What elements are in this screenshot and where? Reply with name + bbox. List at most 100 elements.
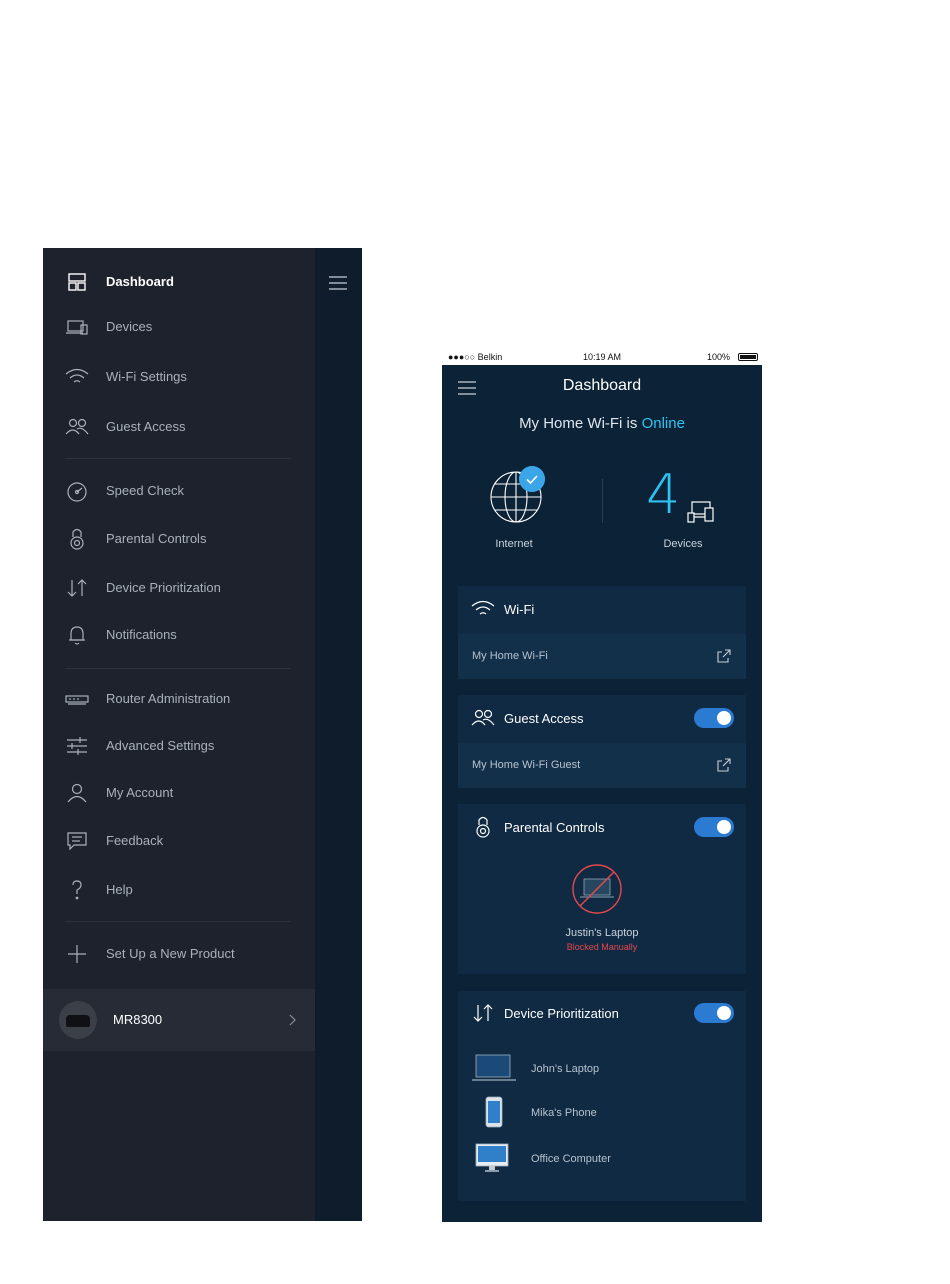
menu-item-label: Help	[106, 882, 133, 897]
menu-item-speed-check[interactable]: Speed Check	[43, 471, 315, 511]
menu-item-wifi-settings[interactable]: Wi-Fi Settings	[43, 357, 315, 397]
external-link-icon[interactable]	[716, 648, 732, 664]
up-down-arrows-icon	[64, 575, 90, 601]
menu-item-label: Guest Access	[106, 419, 186, 434]
menu-item-label: Speed Check	[106, 483, 185, 498]
status-bar: ●●●○○ Belkin 10:19 AM 100%	[442, 349, 762, 365]
menu-item-label: Set Up a New Product	[106, 946, 235, 961]
wifi-icon	[64, 364, 90, 390]
guest-access-title: Guest Access	[504, 711, 584, 726]
question-icon	[64, 877, 90, 903]
wifi-card-title: Wi-Fi	[504, 602, 535, 617]
chat-icon	[64, 828, 90, 854]
chevron-right-icon	[289, 1014, 296, 1026]
list-item[interactable]: Mika's Phone	[458, 1095, 746, 1131]
menu-item-advanced-settings[interactable]: Advanced Settings	[43, 726, 315, 766]
menu-item-label: Parental Controls	[106, 531, 207, 546]
phone-icon	[485, 1096, 503, 1128]
check-icon	[519, 466, 545, 492]
wifi-card[interactable]: Wi-Fi My Home Wi-Fi	[458, 586, 746, 679]
menu-item-label: Dashboard	[106, 274, 174, 289]
internet-label: Internet	[495, 538, 533, 550]
menu-divider	[65, 458, 291, 459]
menu-item-label: Router Administration	[106, 691, 231, 706]
wifi-network-row[interactable]: My Home Wi-Fi	[458, 634, 746, 679]
hamburger-menu-icon[interactable]	[329, 276, 347, 290]
prioritized-device-label: Office Computer	[531, 1153, 611, 1165]
blocked-device-status: Blocked Manually	[566, 942, 638, 952]
menu-item-device-prioritization[interactable]: Device Prioritization	[43, 568, 315, 608]
menu-item-my-account[interactable]: My Account	[43, 773, 315, 813]
menu-item-dashboard[interactable]: Dashboard	[43, 262, 315, 302]
speedometer-icon	[64, 478, 90, 504]
network-status-prefix: My Home Wi-Fi is	[519, 415, 642, 432]
sliders-icon	[64, 733, 90, 759]
network-status: My Home Wi-Fi is Online	[442, 415, 762, 432]
dashboard-screen: ●●●○○ Belkin 10:19 AM 100% Dashboard My …	[442, 349, 762, 1222]
menu-divider	[65, 668, 291, 669]
bell-icon	[64, 622, 90, 648]
menu-item-notifications[interactable]: Notifications	[43, 615, 315, 655]
wifi-network-name: My Home Wi-Fi	[472, 650, 548, 662]
device-prioritization-title: Device Prioritization	[504, 1006, 619, 1021]
blocked-device-name: Justin's Laptop	[565, 927, 639, 939]
menu-item-label: Devices	[106, 319, 153, 334]
router-icon	[66, 1015, 90, 1027]
menu-divider	[65, 921, 291, 922]
menu-item-set-up-new-product[interactable]: Set Up a New Product	[43, 934, 315, 974]
menu-item-devices[interactable]: Devices	[43, 307, 315, 347]
blocked-laptop-icon[interactable]	[571, 863, 623, 915]
plus-icon	[64, 941, 90, 967]
person-icon	[64, 780, 90, 806]
account-label: MR8300	[113, 1012, 163, 1027]
menu-item-router-administration[interactable]: Router Administration	[43, 679, 315, 719]
menu-item-help[interactable]: Help	[43, 870, 315, 910]
prioritized-device-label: Mika's Phone	[531, 1107, 597, 1119]
battery-icon	[738, 353, 758, 361]
devices-icon	[687, 501, 714, 523]
stat-divider	[602, 479, 603, 523]
lock-icon	[64, 526, 90, 552]
guests-icon	[470, 705, 496, 731]
prioritized-device-label: John's Laptop	[531, 1063, 600, 1075]
devices-label: Devices	[663, 538, 703, 550]
account-row[interactable]: MR8300	[43, 989, 315, 1051]
device-prioritization-toggle[interactable]	[694, 1003, 734, 1023]
menu-item-label: Wi-Fi Settings	[106, 369, 187, 384]
menu-item-guest-access[interactable]: Guest Access	[43, 407, 315, 447]
external-link-icon[interactable]	[716, 757, 732, 773]
guest-access-toggle[interactable]	[694, 708, 734, 728]
parental-controls-toggle[interactable]	[694, 817, 734, 837]
battery-percent: 100%	[706, 352, 730, 362]
list-item[interactable]: Office Computer	[458, 1141, 746, 1177]
side-menu-panel: Dashboard Devices Wi-Fi Settings Guest A…	[43, 248, 315, 1221]
devices-count[interactable]: 4	[646, 467, 680, 523]
guest-network-name: My Home Wi-Fi Guest	[472, 759, 581, 771]
devices-icon	[64, 314, 90, 340]
guest-access-card[interactable]: Guest Access My Home Wi-Fi Guest	[458, 695, 746, 788]
device-prioritization-card[interactable]: Device Prioritization John's Laptop Mika…	[458, 991, 746, 1201]
network-status-value: Online	[641, 415, 685, 432]
monitor-icon	[475, 1143, 509, 1172]
avatar	[59, 1001, 97, 1039]
menu-item-label: Notifications	[106, 627, 177, 642]
guests-icon	[64, 414, 90, 440]
list-item[interactable]: John's Laptop	[458, 1051, 746, 1087]
up-down-arrows-icon	[470, 1000, 496, 1026]
guest-network-row[interactable]: My Home Wi-Fi Guest	[458, 743, 746, 788]
menu-item-feedback[interactable]: Feedback	[43, 821, 315, 861]
dashboard-icon	[64, 269, 90, 295]
menu-item-label: My Account	[106, 785, 174, 800]
laptop-icon	[472, 1054, 516, 1081]
side-menu-screen: Dashboard Devices Wi-Fi Settings Guest A…	[43, 248, 362, 1221]
router-icon	[64, 686, 90, 712]
menu-item-label: Device Prioritization	[106, 580, 221, 595]
menu-item-label: Advanced Settings	[106, 738, 215, 753]
parental-controls-card[interactable]: Parental Controls Justin's Laptop Blocke…	[458, 804, 746, 974]
parental-controls-title: Parental Controls	[504, 820, 605, 835]
menu-item-parental-controls[interactable]: Parental Controls	[43, 519, 315, 559]
wifi-icon	[470, 596, 496, 622]
page-title: Dashboard	[562, 377, 642, 394]
lock-icon	[470, 814, 496, 840]
menu-item-label: Feedback	[106, 833, 164, 848]
